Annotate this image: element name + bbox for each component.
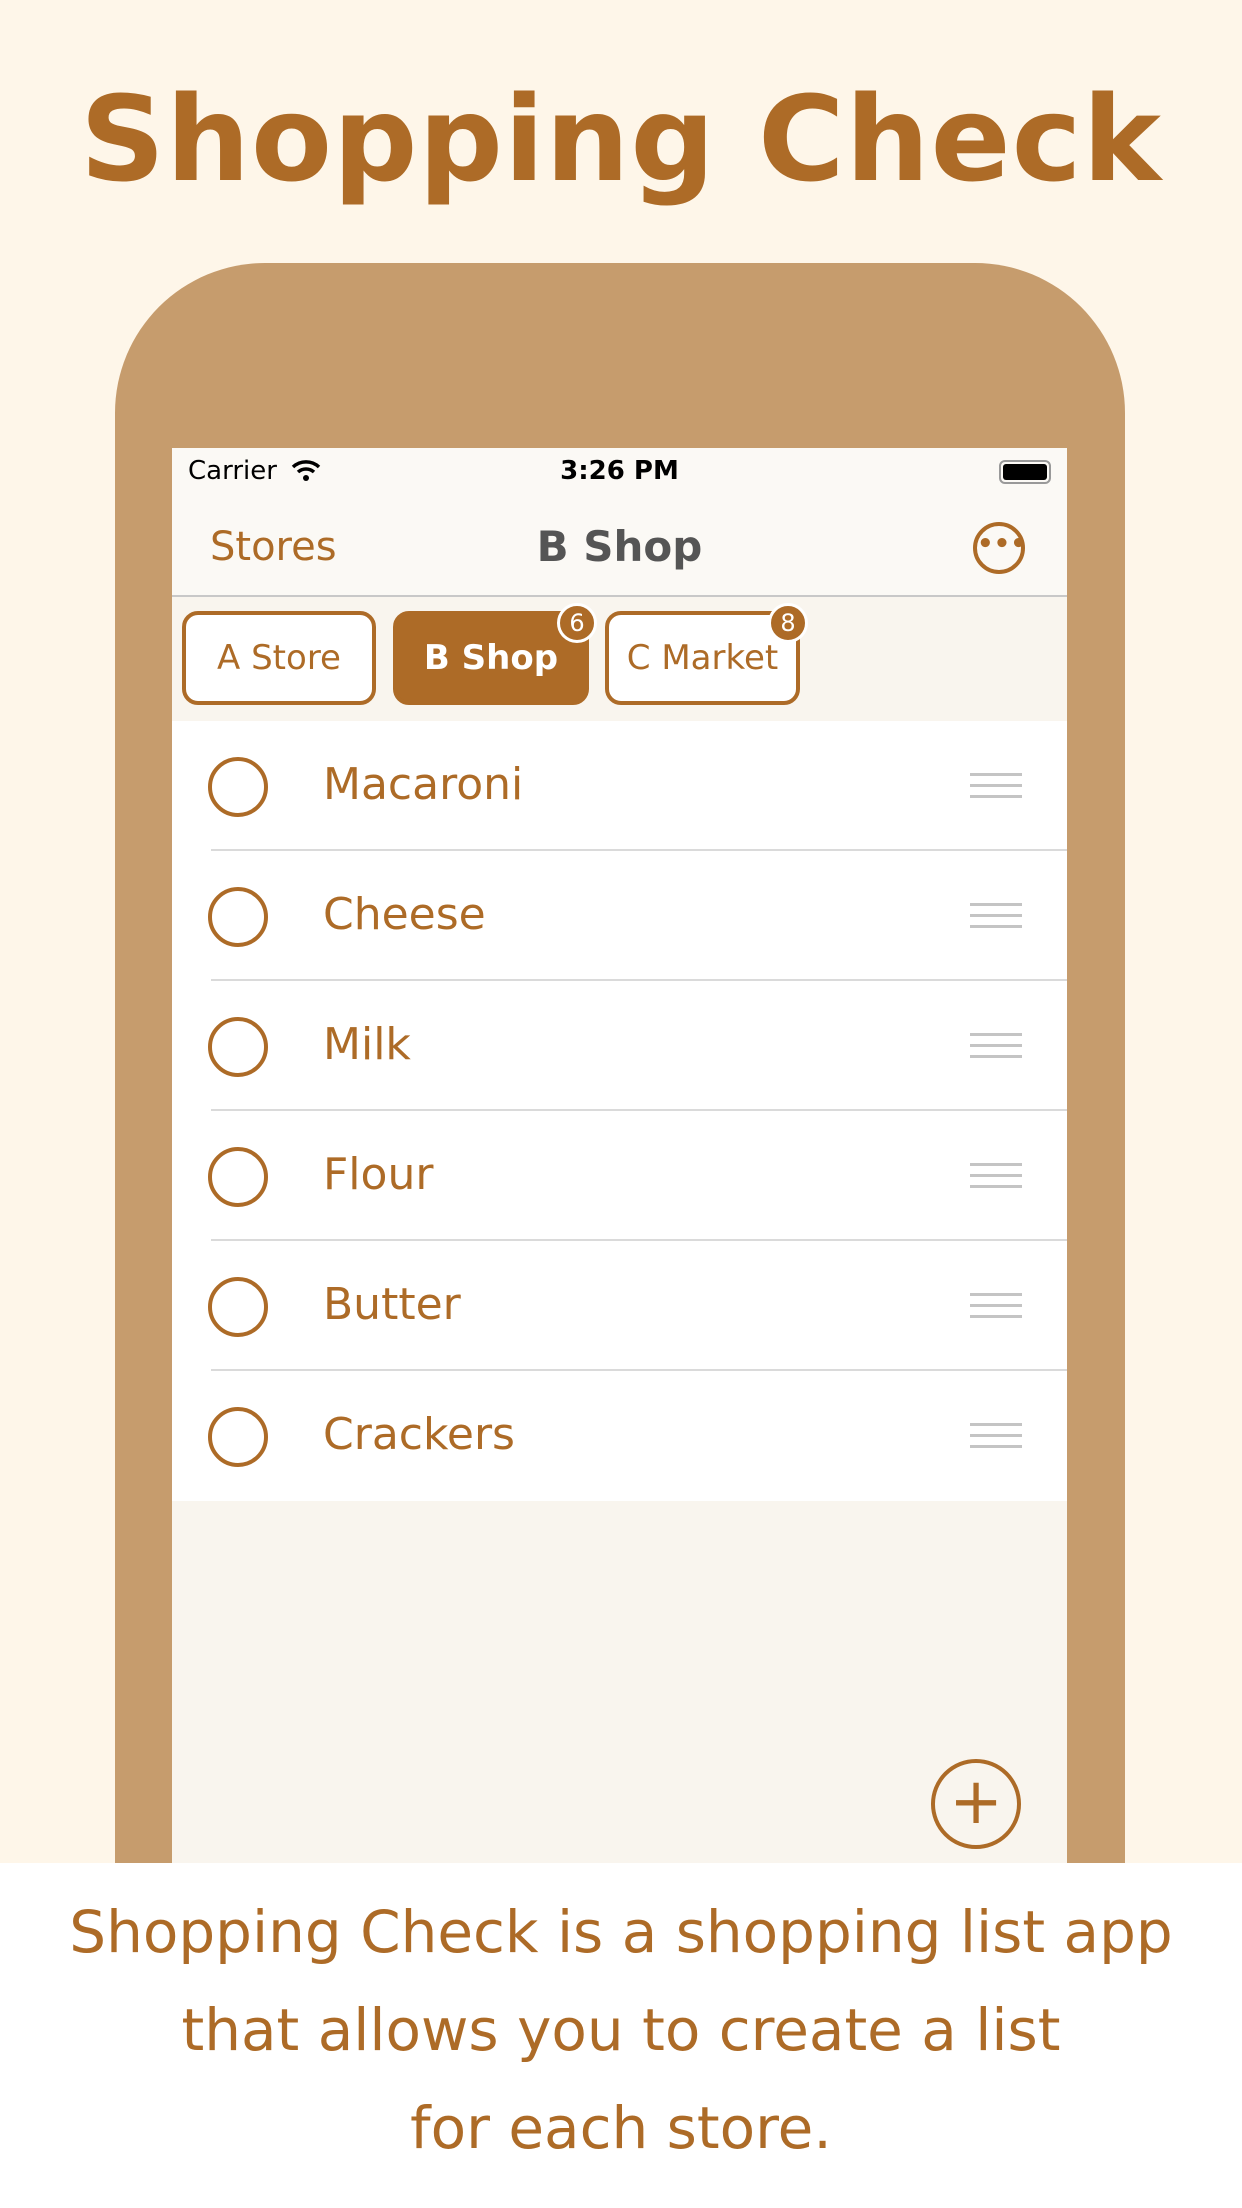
- reorder-handle-icon[interactable]: [970, 773, 1022, 806]
- item-name: Crackers: [323, 1409, 515, 1460]
- status-bar: Carrier 3:26 PM: [172, 448, 1067, 498]
- count-badge: 8: [768, 603, 808, 643]
- tab-b-shop[interactable]: B Shop 6: [393, 603, 597, 705]
- checkbox-circle-icon[interactable]: [208, 1277, 268, 1337]
- clock: 3:26 PM: [560, 456, 679, 486]
- checkbox-circle-icon[interactable]: [208, 887, 268, 947]
- checkbox-circle-icon[interactable]: [208, 1147, 268, 1207]
- checkbox-circle-icon[interactable]: [208, 1017, 268, 1077]
- reorder-handle-icon[interactable]: [970, 1293, 1022, 1326]
- tab-a-store[interactable]: A Store: [182, 611, 376, 705]
- battery-icon: [999, 460, 1051, 484]
- list-item[interactable]: Cheese: [172, 851, 1067, 981]
- count-badge: 6: [557, 603, 597, 643]
- list-item[interactable]: Butter: [172, 1241, 1067, 1371]
- reorder-handle-icon[interactable]: [970, 1033, 1022, 1066]
- list-item[interactable]: Crackers: [172, 1371, 1067, 1501]
- item-name: Cheese: [323, 889, 486, 940]
- plus-circle-icon[interactable]: +: [931, 1759, 1021, 1849]
- item-name: Flour: [323, 1149, 434, 1200]
- store-tabs: A Store B Shop 6 C Market 8: [172, 597, 1067, 721]
- item-list: Macaroni Cheese Milk Flour Butter Crackers: [172, 721, 1067, 1501]
- page-title: B Shop: [536, 522, 703, 571]
- phone-screen: Carrier 3:26 PM Stores B Shop ••• A Stor…: [172, 448, 1067, 1863]
- item-name: Milk: [323, 1019, 411, 1070]
- reorder-handle-icon[interactable]: [970, 903, 1022, 936]
- nav-bar: Stores B Shop •••: [172, 498, 1067, 597]
- item-name: Macaroni: [323, 759, 524, 810]
- checkbox-circle-icon[interactable]: [208, 1407, 268, 1467]
- reorder-handle-icon[interactable]: [970, 1163, 1022, 1196]
- checkbox-circle-icon[interactable]: [208, 757, 268, 817]
- ellipsis-circle-icon[interactable]: •••: [973, 522, 1027, 574]
- description: Shopping Check is a shopping list app th…: [0, 1863, 1242, 2208]
- list-item[interactable]: Milk: [172, 981, 1067, 1111]
- list-item[interactable]: Flour: [172, 1111, 1067, 1241]
- headline: Shopping Check: [79, 70, 1163, 208]
- tab-c-market[interactable]: C Market 8: [605, 603, 808, 705]
- item-name: Butter: [323, 1279, 461, 1330]
- list-item[interactable]: Macaroni: [172, 721, 1067, 851]
- reorder-handle-icon[interactable]: [970, 1423, 1022, 1456]
